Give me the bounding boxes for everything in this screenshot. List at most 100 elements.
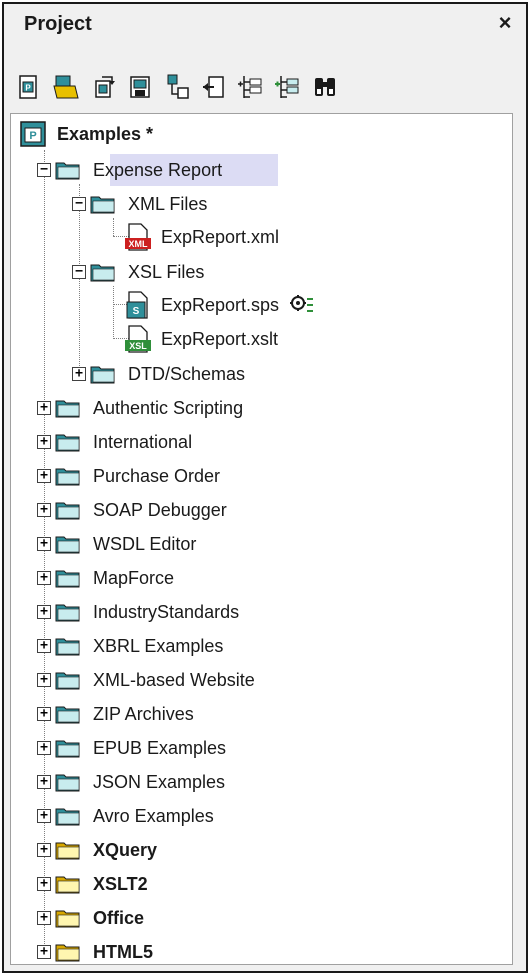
xslt-file-icon: XSL (125, 325, 151, 353)
tree-folder-item[interactable]: Avro Examples (55, 800, 214, 832)
tree-folder-xml-files[interactable]: XML Files (90, 188, 207, 220)
expand-icon[interactable]: + (37, 843, 51, 857)
close-icon[interactable]: × (492, 10, 518, 36)
tree-root[interactable]: P Examples * (19, 118, 153, 150)
tree-folder-item[interactable]: EPUB Examples (55, 732, 226, 764)
expand-icon[interactable]: + (37, 911, 51, 925)
expand-icon[interactable]: + (37, 503, 51, 517)
tree-file-expreport-sps[interactable]: S ExpReport.sps (123, 289, 315, 321)
tree-folder-item[interactable]: XML-based Website (55, 664, 255, 696)
svg-text:P: P (25, 84, 31, 93)
tree-root-label: Examples * (57, 123, 154, 144)
tree-folder-item[interactable]: ZIP Archives (55, 698, 194, 730)
folder-icon (55, 400, 80, 418)
add-active-file-icon[interactable] (199, 72, 229, 102)
tree-label: XML Files (128, 193, 208, 214)
tree-folder-item[interactable]: WSDL Editor (55, 528, 196, 560)
tree-folder-item[interactable]: International (55, 426, 192, 458)
expand-icon[interactable]: + (37, 571, 51, 585)
folder-icon (55, 910, 80, 928)
tree-label: XML-based Website (93, 669, 255, 690)
tree-folder-item[interactable]: Purchase Order (55, 460, 220, 492)
tree-label: ExpReport.xml (161, 226, 280, 247)
transformation-settings-icon[interactable] (289, 293, 315, 317)
expand-icon[interactable]: + (37, 469, 51, 483)
add-file-icon[interactable] (162, 72, 192, 102)
expand-icon[interactable]: + (37, 537, 51, 551)
tree-folder-xsl-files[interactable]: XSL Files (90, 256, 204, 288)
svg-text:S: S (133, 306, 140, 317)
tree-folder-item[interactable]: MapForce (55, 562, 174, 594)
tree-line (113, 218, 114, 236)
collapse-icon[interactable]: − (37, 163, 51, 177)
folder-icon (55, 774, 80, 792)
folder-icon (55, 604, 80, 622)
find-icon[interactable] (310, 72, 340, 102)
tree-file-expreport-xml[interactable]: XML ExpReport.xml (123, 221, 279, 253)
save-project-icon[interactable] (125, 72, 155, 102)
sps-file-icon: S (126, 291, 148, 319)
folder-icon (55, 536, 80, 554)
folder-icon (90, 366, 115, 384)
new-project-icon[interactable]: P (14, 72, 44, 102)
tree-label: ExpReport.sps (161, 294, 280, 315)
svg-text:XSL: XSL (129, 341, 147, 351)
expand-icon[interactable]: + (37, 639, 51, 653)
tree-label: XSLT2 (93, 873, 148, 894)
expand-icon[interactable]: + (37, 741, 51, 755)
tree-label: Expense Report (93, 159, 223, 180)
expand-icon[interactable]: + (37, 605, 51, 619)
folder-icon (90, 264, 115, 282)
expand-icon[interactable]: + (37, 945, 51, 959)
tree-folder-item[interactable]: SOAP Debugger (55, 494, 227, 526)
folder-icon (55, 808, 80, 826)
expand-icon[interactable]: + (37, 809, 51, 823)
folder-icon (55, 944, 80, 962)
folder-icon (55, 842, 80, 860)
tree-folder-item[interactable]: JSON Examples (55, 766, 225, 798)
tree-label: XBRL Examples (93, 635, 224, 656)
tree-folder-item[interactable]: XBRL Examples (55, 630, 223, 662)
tree-label: WSDL Editor (93, 533, 197, 554)
expand-icon[interactable]: + (37, 673, 51, 687)
tree-label: MapForce (93, 567, 175, 588)
collapse-icon[interactable]: − (72, 197, 86, 211)
tree-label: Authentic Scripting (93, 397, 244, 418)
expand-icon[interactable]: + (37, 775, 51, 789)
svg-text:XML: XML (129, 239, 149, 249)
open-project-icon[interactable] (51, 72, 81, 102)
tree-folder-item[interactable]: Authentic Scripting (55, 392, 243, 424)
collapse-icon[interactable]: − (72, 265, 86, 279)
tree-folder-item[interactable]: HTML5 (55, 936, 153, 968)
folder-icon (55, 638, 80, 656)
expand-icon[interactable]: + (37, 877, 51, 891)
tree-folder-item[interactable]: XQuery (55, 834, 157, 866)
folder-icon (90, 196, 115, 214)
expand-icon[interactable]: + (37, 435, 51, 449)
expand-icon[interactable]: + (37, 401, 51, 415)
folder-icon (55, 162, 80, 180)
reload-project-icon[interactable] (88, 72, 118, 102)
tree-file-expreport-xslt[interactable]: XSL ExpReport.xslt (123, 323, 278, 355)
tree-folder-dtd-schemas[interactable]: DTD/Schemas (90, 358, 245, 390)
folder-icon (55, 570, 80, 588)
tree-folder-item[interactable]: XSLT2 (55, 868, 148, 900)
project-tree: P Examples * − Expense Report − XML File… (10, 113, 513, 965)
folder-icon (55, 468, 80, 486)
tree-folder-item[interactable]: IndustryStandards (55, 596, 239, 628)
tree-label: XSL Files (128, 261, 205, 282)
tree-label: SOAP Debugger (93, 499, 227, 520)
tree-label: ZIP Archives (93, 703, 194, 724)
svg-text:P: P (29, 130, 36, 142)
expand-icon[interactable]: + (72, 367, 86, 381)
add-folder-icon[interactable] (236, 72, 266, 102)
tree-line (79, 184, 80, 374)
xml-file-icon: XML (125, 223, 151, 251)
tree-folder-expense-report[interactable]: Expense Report (55, 154, 222, 186)
tree-label: Office (93, 907, 145, 928)
add-external-folder-icon[interactable] (273, 72, 303, 102)
tree-folder-item[interactable]: Office (55, 902, 144, 934)
expand-icon[interactable]: + (37, 707, 51, 721)
tree-line (113, 286, 114, 339)
folder-icon (55, 672, 80, 690)
